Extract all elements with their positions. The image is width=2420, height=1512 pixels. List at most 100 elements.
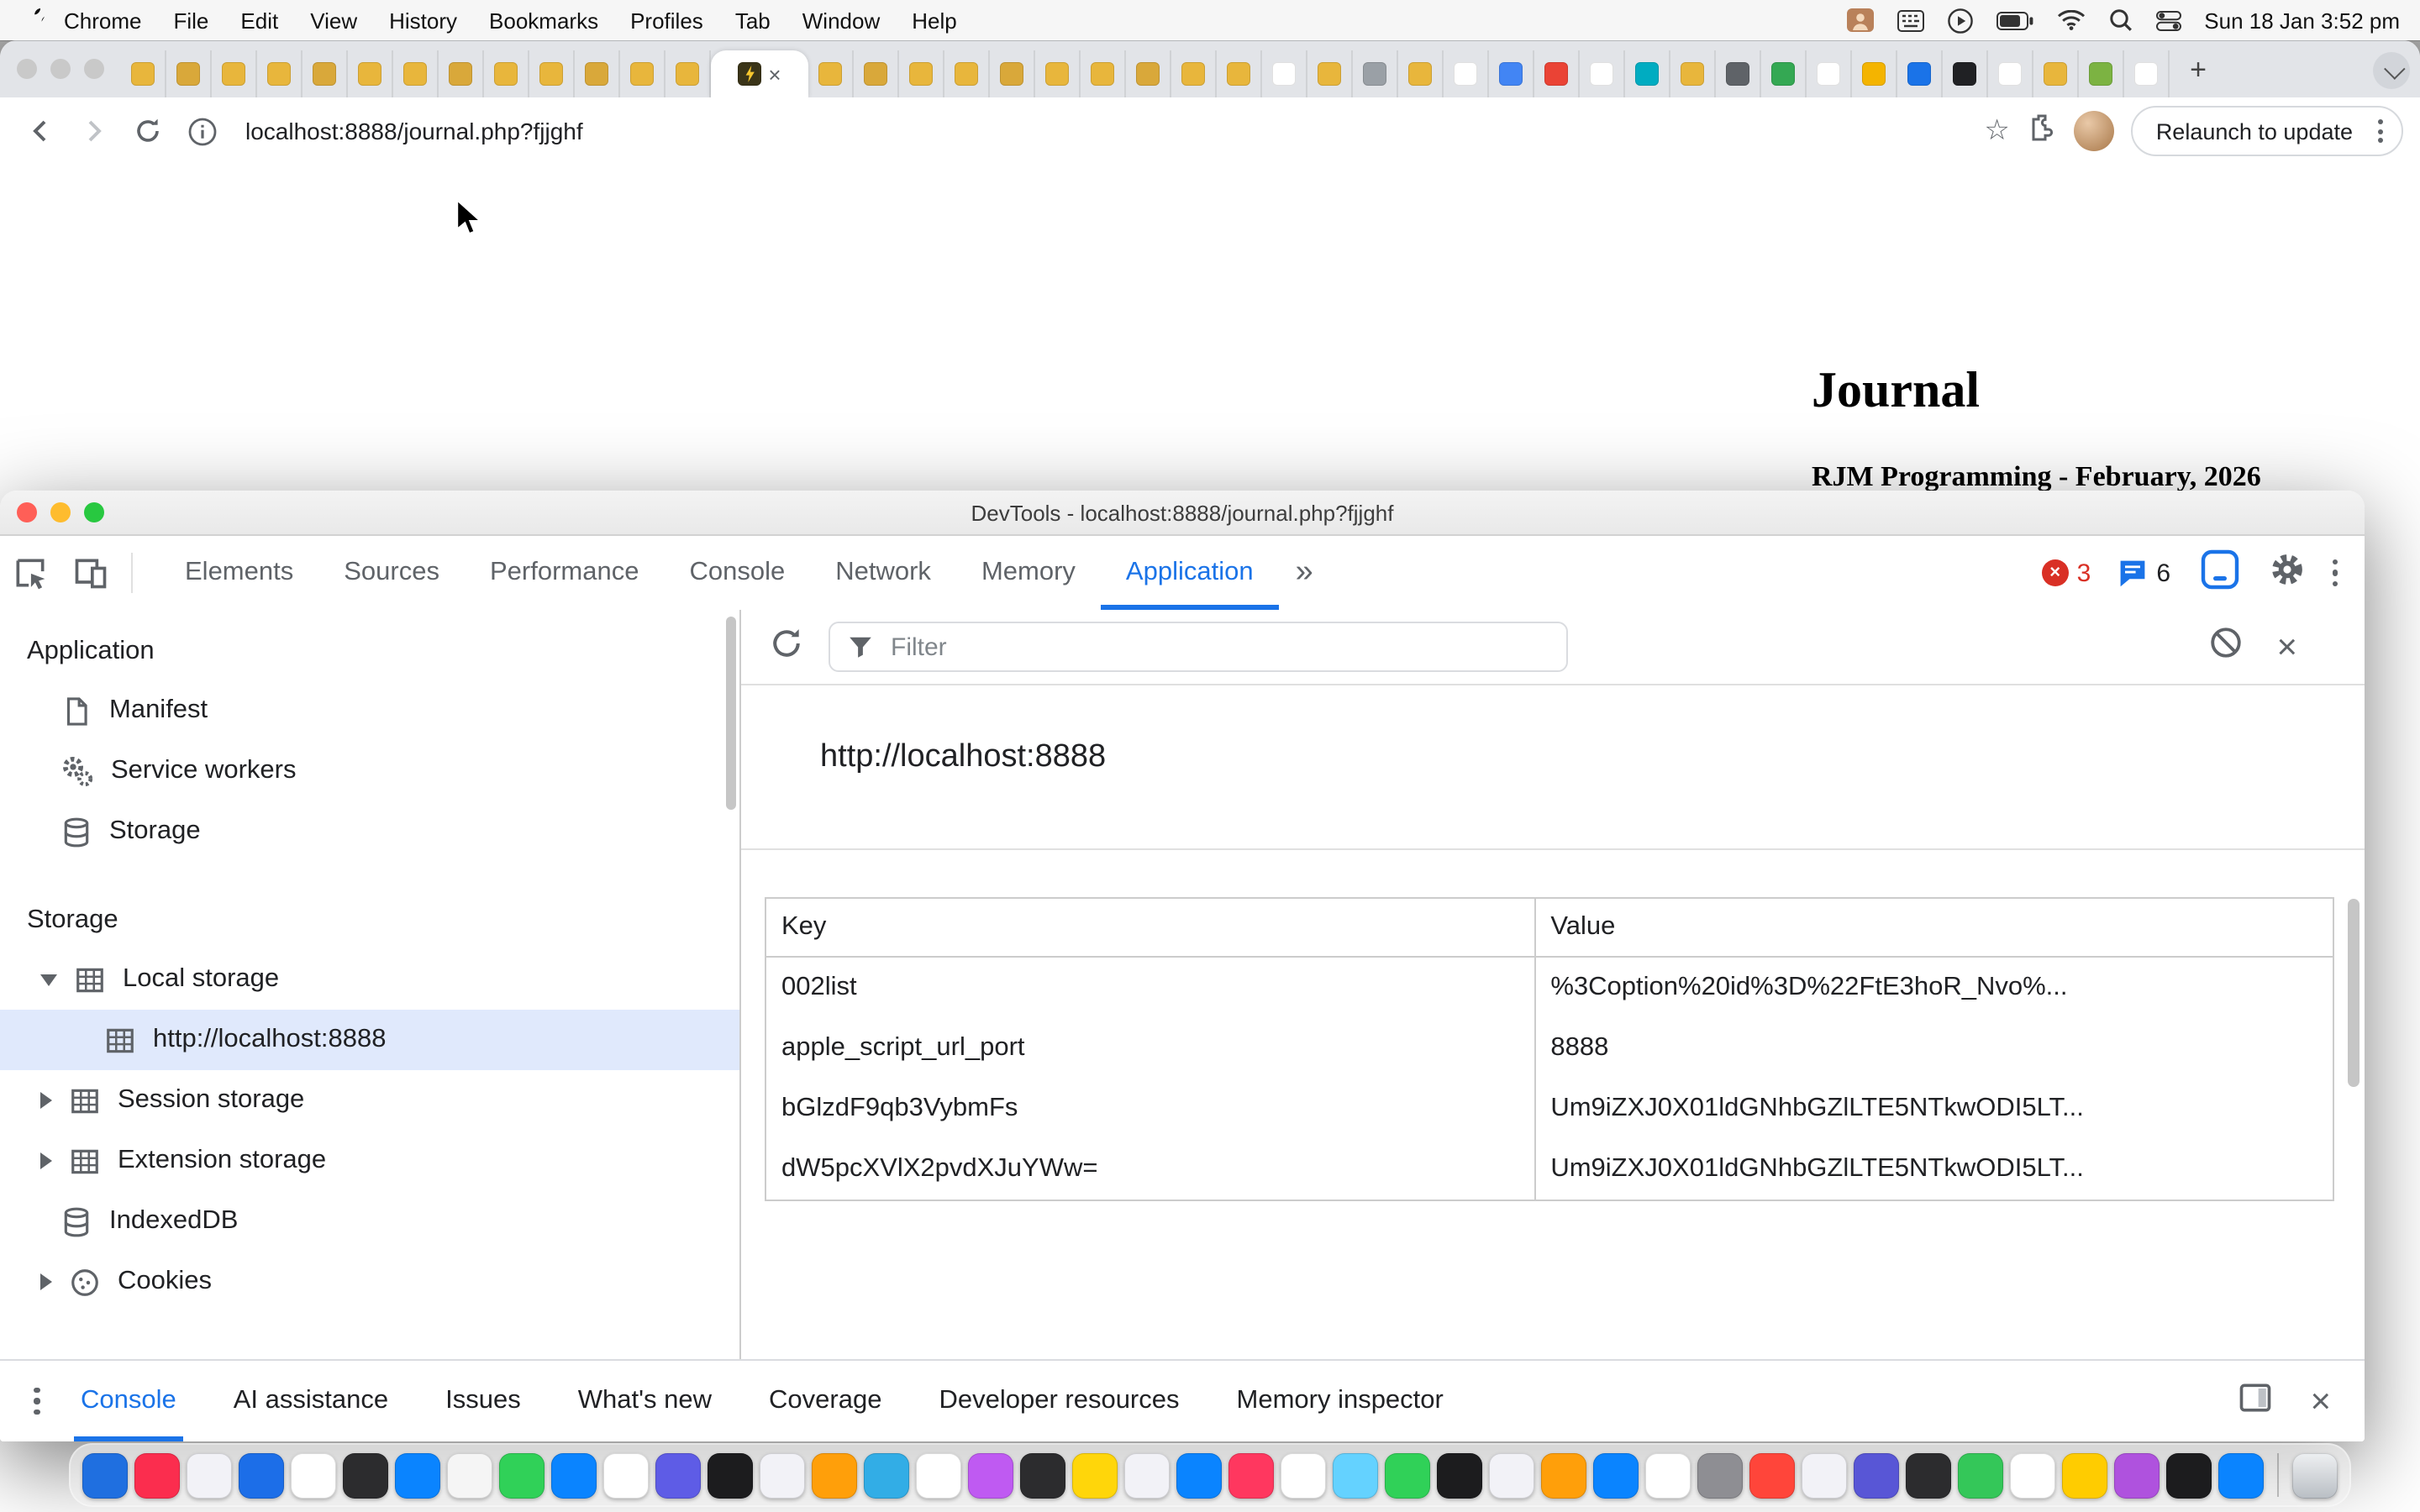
browser-tab[interactable]: × [1398,50,1444,97]
devtools-menu-icon[interactable] [2332,559,2338,587]
browser-tab[interactable]: × [1126,50,1171,97]
browser-tab[interactable]: × [302,50,348,97]
sidebar-item-manifest[interactable]: Manifest [0,680,739,741]
sidebar-scrollbar[interactable] [726,617,736,810]
dock-app-icon[interactable] [1489,1452,1534,1498]
dock-app-icon[interactable] [603,1452,649,1498]
drawer-tab[interactable]: Developer resources [932,1361,1186,1441]
tab-close-icon[interactable]: × [768,63,781,85]
browser-tab[interactable]: × [1625,50,1670,97]
devtools-panel-tab[interactable]: Elements [160,536,318,610]
minimize-window-button[interactable] [50,502,71,522]
close-drawer-icon[interactable]: × [2310,1383,2331,1419]
new-tab-button[interactable]: + [2176,49,2220,92]
column-header-key[interactable]: Key [766,912,1534,942]
browser-tab[interactable]: × [1943,50,1988,97]
drawer-tab[interactable]: Memory inspector [1230,1361,1450,1441]
control-center-icon[interactable] [2155,9,2181,31]
dock-app-icon[interactable] [1437,1452,1482,1498]
dock-app-icon[interactable] [187,1452,232,1498]
dock-app-icon[interactable] [1176,1452,1222,1498]
drawer-tab[interactable]: AI assistance [227,1361,395,1441]
dock-app-icon[interactable] [1333,1452,1378,1498]
address-bar[interactable] [242,116,955,146]
table-row[interactable]: dW5pcXVlX2pvdXJuYWw= Um9iZXJ0X01ldGNhbGZ… [766,1139,2333,1200]
close-window-button[interactable] [17,59,37,79]
browser-tab[interactable]: × [1988,50,2033,97]
browser-tab[interactable]: × [620,50,666,97]
browser-tab[interactable]: × [1852,50,1897,97]
browser-tab[interactable]: × [2124,50,2170,97]
browser-tab[interactable]: × [1716,50,1761,97]
menu-bar-item[interactable]: History [389,8,457,33]
browser-tab[interactable]: × [711,50,808,97]
browser-tab[interactable]: × [1444,50,1489,97]
sidebar-item-extension-storage[interactable]: Extension storage [0,1131,739,1191]
play-circle-icon[interactable] [1947,8,1972,33]
devtools-panel-tab[interactable]: Console [664,536,810,610]
browser-tab[interactable]: × [1670,50,1716,97]
menu-bar-clock[interactable]: Sun 18 Jan 3:52 pm [2204,8,2400,33]
dock-app-icon[interactable] [1645,1452,1691,1498]
browser-tab[interactable]: × [212,50,257,97]
spotlight-search-icon[interactable] [2108,8,2132,32]
back-button[interactable] [17,108,64,155]
dock-app-icon[interactable] [1541,1452,1586,1498]
devtools-titlebar[interactable]: DevTools - localhost:8888/journal.php?fj… [0,491,2365,536]
settings-gear-icon[interactable] [2268,550,2305,596]
dock-app-icon[interactable] [447,1452,492,1498]
devtools-panel-tab[interactable]: Network [810,536,956,610]
browser-tab[interactable]: × [1761,50,1807,97]
dock-app-icon[interactable] [1802,1452,1847,1498]
dock-app-icon[interactable] [82,1452,128,1498]
block-icon[interactable] [2207,625,2243,669]
dock-app-icon[interactable] [2062,1452,2107,1498]
table-row[interactable]: apple_script_url_port 8888 [766,1018,2333,1079]
sidebar-item-local-storage[interactable]: Local storage [0,949,739,1010]
browser-tab[interactable]: × [1262,50,1307,97]
drawer-tab[interactable]: Coverage [762,1361,888,1441]
dock-app-icon[interactable] [2218,1452,2264,1498]
dock-app-icon[interactable] [1228,1452,1274,1498]
dock-app-icon[interactable] [291,1452,336,1498]
browser-tab[interactable]: × [484,50,529,97]
browser-tab[interactable]: × [666,50,711,97]
dock-app-icon[interactable] [916,1452,961,1498]
forward-button[interactable] [71,108,118,155]
dock-app-icon[interactable] [1854,1452,1899,1498]
browser-tab[interactable]: × [1580,50,1625,97]
dock-app-icon[interactable] [2166,1452,2212,1498]
apple-menu-icon[interactable] [20,8,47,33]
browser-tab[interactable]: × [1035,50,1081,97]
menu-bar-item[interactable]: Help [912,8,957,33]
zoom-window-button[interactable] [84,502,104,522]
browser-tab[interactable]: × [2079,50,2124,97]
dock-app-icon[interactable] [1906,1452,1951,1498]
browser-tab[interactable]: × [990,50,1035,97]
dock-app-icon[interactable] [1385,1452,1430,1498]
table-row[interactable]: bGlzdF9qb3VybmFs Um9iZXJ0X01ldGNhbGZlLTE… [766,1079,2333,1139]
refresh-icon[interactable] [768,624,805,669]
dock-app-icon[interactable] [1958,1452,2003,1498]
browser-tab[interactable]: × [529,50,575,97]
browser-tab[interactable]: × [2033,50,2079,97]
wifi-icon[interactable] [2056,10,2085,30]
dock-app-icon[interactable] [1124,1452,1170,1498]
keyboard-icon[interactable] [1897,9,1923,31]
sidebar-item-session-storage[interactable]: Session storage [0,1070,739,1131]
tab-search-button[interactable] [2373,52,2410,89]
origin-title[interactable]: http://localhost:8888 [820,739,1106,774]
expander-closed-icon[interactable] [40,1152,52,1169]
bookmark-star-icon[interactable]: ☆ [1984,114,2010,148]
dock-app-icon[interactable] [499,1452,544,1498]
profile-avatar[interactable] [2074,111,2114,151]
browser-menu-icon[interactable] [2370,119,2391,143]
menu-bar-item[interactable]: File [174,8,209,33]
column-header-value[interactable]: Value [1534,899,2333,956]
browser-tab[interactable]: × [944,50,990,97]
dock-app-icon[interactable] [343,1452,388,1498]
device-toolbar-icon[interactable] [60,536,121,610]
relaunch-to-update-button[interactable]: Relaunch to update [2131,106,2403,156]
devtools-panel-tab[interactable]: Memory [956,536,1101,610]
browser-tab[interactable]: × [1217,50,1262,97]
